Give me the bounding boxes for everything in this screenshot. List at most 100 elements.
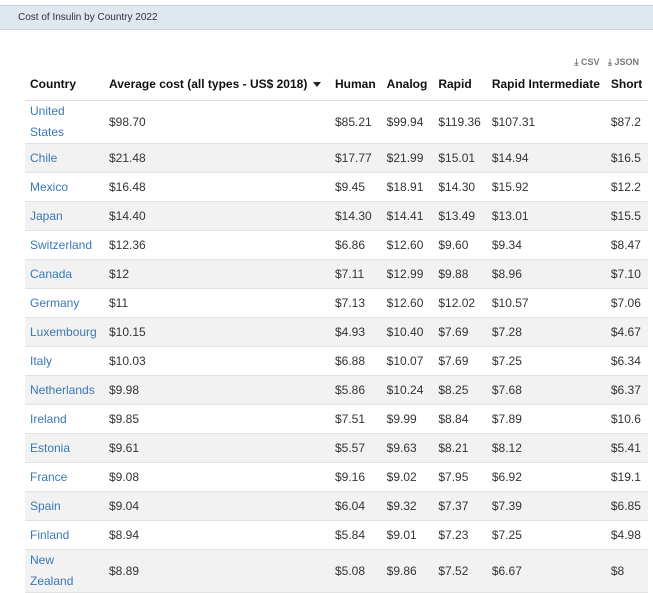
table-row: Japan $14.40 $14.30 $14.41 $13.49 $13.01 $15.5 [25,201,649,231]
cell-rapid: $8.25 [433,375,487,405]
cell-country[interactable]: Finland [25,520,104,550]
cell-short: $7.06 [605,288,649,318]
cell-analog: $12.60 [381,230,434,260]
title-bar: Cost of Insulin by Country 2022 [0,6,653,30]
cell-rapid-intermediate: $13.01 [486,201,606,231]
table-row: Spain $9.04 $6.04 $9.32 $7.37 $7.39 $6.85 [25,491,649,521]
cell-country[interactable]: Germany [25,288,104,318]
cell-average-cost: $9.98 [104,375,330,405]
column-header-short[interactable]: Short [605,68,649,101]
cell-country[interactable]: Spain [25,491,104,521]
column-header-rapid[interactable]: Rapid [433,68,487,101]
header-row: Country Average cost (all types - US$ 20… [25,68,649,101]
cell-average-cost: $10.15 [104,317,330,347]
table-row: Canada $12 $7.11 $12.99 $9.88 $8.96 $7.10 [25,259,649,289]
cell-human: $5.86 [330,375,382,405]
cell-country[interactable]: Italy [25,346,104,376]
cell-country[interactable]: France [25,462,104,492]
cell-country[interactable]: Chile [25,143,104,173]
cell-rapid: $9.60 [433,230,487,260]
cell-human: $85.21 [330,100,382,144]
cell-country[interactable]: Ireland [25,404,104,434]
column-header-rapid-intermediate[interactable]: Rapid Intermediate [486,68,606,101]
cell-analog: $10.24 [381,375,434,405]
cell-human: $5.84 [330,520,382,550]
column-header-average-cost-label: Average cost (all types - US$ 2018) [109,77,308,91]
cell-rapid: $7.95 [433,462,487,492]
table-row: Netherlands $9.98 $5.86 $10.24 $8.25 $7.68 $6.… [25,375,649,405]
cell-short: $12.2 [605,172,649,202]
cell-rapid: $8.84 [433,404,487,434]
cell-rapid-intermediate: $7.28 [486,317,606,347]
cell-human: $9.16 [330,462,382,492]
cell-analog: $9.32 [381,491,434,521]
cell-human: $6.86 [330,230,382,260]
cell-human: $5.57 [330,433,382,463]
cell-rapid-intermediate: $107.31 [486,100,606,144]
cell-rapid: $9.88 [433,259,487,289]
cell-country[interactable]: New Zealand [25,549,104,593]
table-row: Mexico $16.48 $9.45 $18.91 $14.30 $15.92 $12.2 [25,172,649,202]
cell-country[interactable]: Estonia [25,433,104,463]
cell-rapid-intermediate: $8.12 [486,433,606,463]
column-header-average-cost[interactable]: Average cost (all types - US$ 2018) [104,68,330,101]
cell-human: $9.45 [330,172,382,202]
column-header-human[interactable]: Human [330,68,382,101]
cell-rapid-intermediate: $14.94 [486,143,606,173]
cell-short: $4.67 [605,317,649,347]
cell-rapid-intermediate: $9.34 [486,230,606,260]
download-csv-button[interactable]: ⤓ CSV [575,57,600,67]
cell-country[interactable]: Luxembourg [25,317,104,347]
table-row: United States $98.70 $85.21 $99.94 $119.36 $1… [25,100,649,144]
table-title: Cost of Insulin by Country 2022 [18,12,158,23]
cell-country[interactable]: Canada [25,259,104,289]
cell-short: $15.5 [605,201,649,231]
cell-analog: $99.94 [381,100,434,144]
cell-short: $4.98 [605,520,649,550]
cell-short: $6.34 [605,346,649,376]
column-header-country[interactable]: Country [25,68,104,101]
download-json-button[interactable]: ⤓ JSON [608,57,639,67]
cell-rapid-intermediate: $7.25 [486,346,606,376]
cell-average-cost: $8.94 [104,520,330,550]
cell-human: $7.13 [330,288,382,318]
table-row: France $9.08 $9.16 $9.02 $7.95 $6.92 $19.1 [25,462,649,492]
cell-country[interactable]: Switzerland [25,230,104,260]
cell-short: $8 [605,549,649,593]
table-row: Estonia $9.61 $5.57 $9.63 $8.21 $8.12 $5.41 [25,433,649,463]
sort-desc-icon [313,82,322,88]
cell-short: $6.85 [605,491,649,521]
cell-rapid: $8.21 [433,433,487,463]
cell-short: $16.5 [605,143,649,173]
cell-rapid-intermediate: $15.92 [486,172,606,202]
cell-average-cost: $10.03 [104,346,330,376]
cell-short: $19.1 [605,462,649,492]
cell-country[interactable]: Netherlands [25,375,104,405]
cell-rapid-intermediate: $6.67 [486,549,606,593]
cell-rapid: $119.36 [433,100,487,144]
cell-short: $8.47 [605,230,649,260]
cell-country[interactable]: Mexico [25,172,104,202]
cell-analog: $10.40 [381,317,434,347]
insulin-cost-table: Country Average cost (all types - US$ 20… [25,68,649,593]
cell-average-cost: $12 [104,259,330,289]
cell-country[interactable]: Japan [25,201,104,231]
cell-analog: $9.02 [381,462,434,492]
cell-average-cost: $9.04 [104,491,330,521]
cell-average-cost: $12.36 [104,230,330,260]
cell-rapid: $14.30 [433,172,487,202]
cell-short: $87.2 [605,100,649,144]
cell-average-cost: $11 [104,288,330,318]
cell-analog: $9.63 [381,433,434,463]
cell-analog: $9.01 [381,520,434,550]
cell-rapid-intermediate: $7.68 [486,375,606,405]
cell-average-cost: $9.08 [104,462,330,492]
cell-rapid: $12.02 [433,288,487,318]
cell-rapid-intermediate: $10.57 [486,288,606,318]
cell-human: $5.08 [330,549,382,593]
cell-human: $17.77 [330,143,382,173]
cell-analog: $9.99 [381,404,434,434]
table-row: Chile $21.48 $17.77 $21.99 $15.01 $14.94 $16.5 [25,143,649,173]
column-header-analog[interactable]: Analog [381,68,434,101]
cell-country[interactable]: United States [25,100,104,144]
